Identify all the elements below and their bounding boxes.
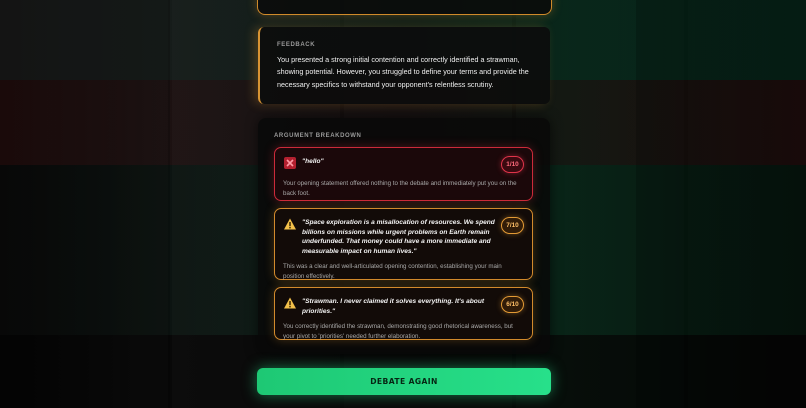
argument-breakdown-panel: ARGUMENT BREAKDOWN "hello" 1/10 Your ope…	[258, 118, 550, 354]
argument-quote: "Space exploration is a misallocation of…	[302, 219, 495, 255]
argument-item: "hello" 1/10 Your opening statement offe…	[274, 147, 533, 201]
previous-card	[257, 0, 552, 15]
argument-item: "Strawman. I never claimed it solves eve…	[274, 287, 533, 340]
feedback-card: FEEDBACK You presented a strong initial …	[258, 27, 550, 104]
warning-icon	[283, 217, 297, 231]
feedback-text: You presented a strong initial contentio…	[277, 55, 529, 89]
warning-icon	[283, 296, 297, 310]
score-badge: 6/10	[501, 296, 524, 313]
argument-comment: You correctly identified the strawman, d…	[283, 323, 513, 340]
argument-quote: "hello"	[302, 158, 324, 165]
argument-item: "Space exploration is a misallocation of…	[274, 208, 533, 280]
breakdown-label: ARGUMENT BREAKDOWN	[274, 133, 362, 139]
score-badge: 1/10	[501, 156, 524, 173]
argument-comment: Your opening statement offered nothing t…	[283, 180, 517, 197]
argument-comment: This was a clear and well-articulated op…	[283, 263, 502, 280]
debate-again-button[interactable]: DEBATE AGAIN	[257, 368, 551, 395]
score-badge: 7/10	[501, 217, 524, 234]
x-icon	[283, 156, 297, 170]
feedback-label: FEEDBACK	[277, 42, 316, 48]
argument-quote: "Strawman. I never claimed it solves eve…	[302, 298, 485, 315]
